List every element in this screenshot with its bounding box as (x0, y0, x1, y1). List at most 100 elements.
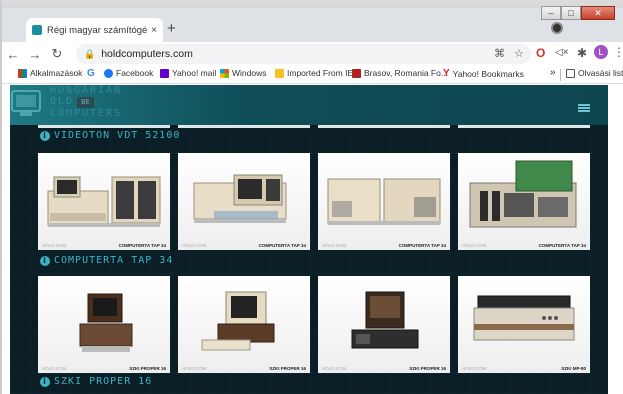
computer-photo (201, 291, 275, 351)
bookmark-label: Yahoo! Bookmarks (452, 68, 524, 79)
caption-watermark: HOLD.COM (322, 366, 347, 371)
install-app-icon[interactable]: ⌘ (494, 47, 505, 60)
apps-grid-icon (18, 68, 27, 78)
section-title-text: SZKI PROPER 16 (54, 376, 153, 387)
computer-photo (79, 293, 133, 352)
opera-extension-icon[interactable]: O (536, 46, 545, 60)
tab-strip: Régi magyar számítógépek - Hu × + (0, 8, 623, 42)
bookmark-label: Imported From IE (287, 68, 354, 78)
caption-watermark: HOLD.COM (182, 243, 207, 248)
caption-model: SZKI PROPER 16 (129, 366, 166, 371)
bookmark-brasov[interactable]: Brasov, Romania Fo... (352, 68, 448, 78)
gallery-card[interactable]: HOLD.COM SZKI MP-80 (458, 276, 590, 373)
lock-icon[interactable]: 🔒 (84, 49, 95, 60)
section-title[interactable]: i SZKI PROPER 16 (40, 376, 152, 387)
caption-watermark: HOLD.COM (462, 243, 487, 248)
caption-watermark: HOLD.COM (322, 243, 347, 248)
caption-model: COMPUTERTA TAP 34 (398, 243, 446, 248)
avatar[interactable]: L (594, 45, 608, 59)
caption-watermark: HOLD.COM (42, 243, 67, 248)
gallery-card[interactable]: HOLD.COM SZKI PROPER 16 (38, 276, 170, 373)
card-caption: HOLD.COM SZKI PROPER 16 (318, 364, 450, 373)
card-bottom-edge (458, 125, 590, 128)
gallery-card[interactable]: HOLD.COM SZKI PROPER 16 (178, 276, 310, 373)
close-window-icon[interactable]: ✕ (581, 6, 615, 20)
caption-model: COMPUTERTA TAP 34 (258, 243, 306, 248)
bookmark-apps[interactable]: Alkalmazások (18, 68, 82, 78)
section-title-text: COMPUTERTA TAP 34 (54, 255, 174, 266)
card-caption: HOLD.COM COMPUTERTA TAP 34 (318, 241, 450, 250)
bookmarks-bar: Alkalmazások G Facebook Yahoo! mail Wind… (0, 66, 623, 84)
bookmarks-separator (560, 69, 561, 81)
caption-watermark: HOLD.COM (182, 366, 207, 371)
card-bottom-edge (178, 125, 310, 128)
logo-badge: BE (77, 97, 94, 108)
bookmark-reading-list[interactable]: Olvasási lista (566, 68, 623, 78)
section-title[interactable]: i VIDEOTON VDT 52100 (40, 130, 180, 141)
bookmark-label: Olvasási lista (578, 68, 623, 78)
back-icon[interactable]: ← (4, 47, 22, 62)
gallery-card[interactable]: HOLD.COM SZKI PROPER 16 (318, 276, 450, 373)
windows-icon (220, 68, 229, 78)
extensions-puzzle-icon[interactable]: ✱ (577, 46, 587, 60)
section-title[interactable]: i COMPUTERTA TAP 34 (40, 255, 173, 266)
tab-active[interactable]: Régi magyar számítógépek - Hu × (26, 18, 163, 42)
card-bottom-edge (38, 125, 170, 128)
bookmark-windows[interactable]: Windows (220, 68, 266, 78)
tab-title: Régi magyar számítógépek - Hu (47, 24, 148, 36)
hamburger-menu-icon[interactable] (578, 104, 590, 112)
minimize-icon[interactable]: – (541, 6, 561, 20)
bookmark-imported-ie[interactable]: Imported From IE (275, 68, 353, 78)
forward-icon[interactable]: → (26, 47, 44, 62)
computer-photo (469, 160, 577, 228)
bookmarks-overflow-icon[interactable]: » (550, 67, 556, 78)
info-icon[interactable]: i (40, 130, 50, 141)
bookmark-label: Yahoo! mail (172, 68, 217, 78)
caption-model: COMPUTERTA TAP 34 (118, 243, 166, 248)
caption-model: SZKI MP-80 (561, 366, 586, 371)
photo-site-icon (352, 68, 361, 78)
tab-close-icon[interactable]: × (151, 25, 157, 36)
info-icon[interactable]: i (40, 376, 50, 387)
gallery-card[interactable]: HOLD.COM COMPUTERTA TAP 34 (38, 153, 170, 250)
bookmark-google[interactable]: G (87, 68, 95, 79)
printer-photo (473, 295, 575, 341)
computer-photo (193, 174, 287, 223)
caption-model: SZKI PROPER 16 (269, 366, 306, 371)
bookmark-label: Alkalmazások (30, 68, 83, 78)
facebook-icon (104, 68, 113, 78)
info-icon[interactable]: i (40, 255, 50, 266)
url-text: holdcomputers.com (101, 48, 193, 60)
caption-model: SZKI PROPER 16 (409, 366, 446, 371)
section-title-text: VIDEOTON VDT 52100 (54, 130, 181, 141)
bookmark-yahoo-mail[interactable]: Yahoo! mail (160, 68, 216, 78)
bookmark-yahoo-bookmarks[interactable]: Y Yahoo! Bookmarks (443, 68, 524, 79)
bookmark-label: Facebook (116, 68, 154, 78)
mail-icon (160, 68, 169, 78)
gallery-card[interactable]: HOLD.COM COMPUTERTA TAP 34 (458, 153, 590, 250)
gallery-card[interactable]: HOLD.COM COMPUTERTA TAP 34 (178, 153, 310, 250)
new-tab-button[interactable]: + (167, 21, 176, 37)
computer-photo (47, 176, 161, 227)
bookmark-label: Brasov, Romania Fo... (364, 68, 448, 78)
chrome-profile-icon[interactable] (551, 22, 563, 34)
computer-photo (327, 178, 441, 225)
browser-menu-icon[interactable]: ⋮ (613, 45, 623, 59)
caption-model: COMPUTERTA TAP 34 (538, 243, 586, 248)
logo-line: COMPUTERS (50, 108, 123, 119)
address-bar[interactable]: 🔒 holdcomputers.com ⌘ ☆ (76, 44, 531, 64)
mute-extension-icon[interactable]: ◁× (555, 47, 569, 58)
caption-watermark: HOLD.COM (462, 366, 487, 371)
bookmark-star-icon[interactable]: ☆ (514, 47, 524, 60)
card-caption: HOLD.COM COMPUTERTA TAP 34 (38, 241, 170, 250)
gallery-card[interactable]: HOLD.COM COMPUTERTA TAP 34 (318, 153, 450, 250)
google-icon: G (87, 68, 95, 79)
maximize-icon[interactable]: □ (561, 6, 581, 20)
site-logo-icon[interactable] (10, 87, 46, 121)
reload-icon[interactable]: ↻ (48, 46, 66, 62)
computer-photo (351, 291, 419, 349)
site-favicon-icon (32, 25, 42, 35)
bookmark-facebook[interactable]: Facebook (104, 68, 153, 78)
site-logo-text[interactable]: HUNGARIAN OLD BE COMPUTERS (50, 85, 122, 119)
caption-watermark: HOLD.COM (42, 366, 67, 371)
